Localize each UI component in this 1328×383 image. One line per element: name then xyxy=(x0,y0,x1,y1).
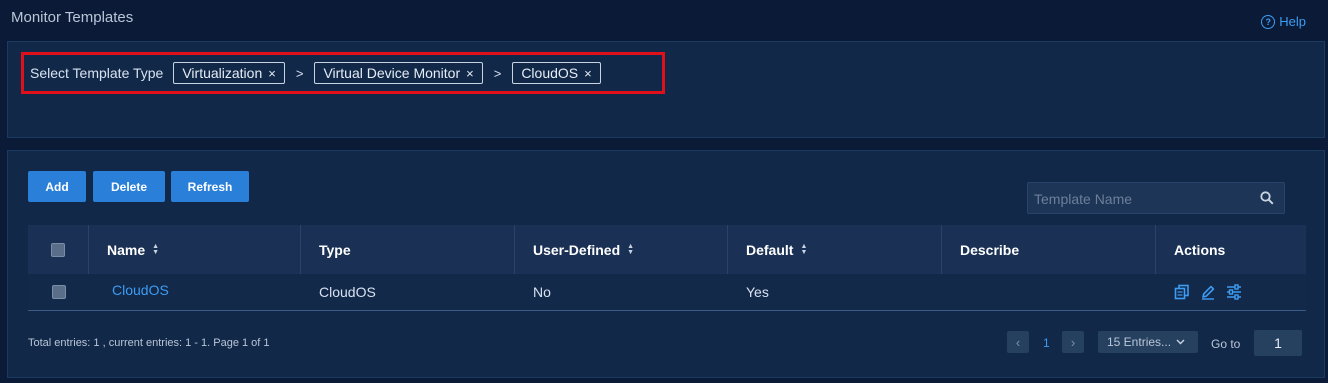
edit-icon[interactable] xyxy=(1200,284,1216,300)
column-header-default[interactable]: Default ▲ ▼ xyxy=(728,225,942,274)
row-checkbox[interactable] xyxy=(51,285,66,299)
breadcrumb-separator: > xyxy=(295,65,304,81)
row-checkbox-cell xyxy=(28,274,89,310)
close-icon[interactable]: × xyxy=(584,66,592,81)
settings-sliders-icon[interactable] xyxy=(1226,284,1242,300)
cell-type: CloudOS xyxy=(319,284,376,300)
sort-icon[interactable]: ▲ ▼ xyxy=(627,243,634,256)
column-label: Name xyxy=(107,241,146,258)
chevron-left-icon: ‹ xyxy=(1015,334,1021,350)
pagination-summary: Total entries: 1 , current entries: 1 - … xyxy=(28,337,270,349)
delete-button[interactable]: Delete xyxy=(93,171,165,202)
close-icon[interactable]: × xyxy=(268,66,276,81)
chevron-down-icon xyxy=(1176,339,1185,345)
header-checkbox-cell xyxy=(28,225,89,274)
cell-describe xyxy=(942,274,1156,310)
refresh-button[interactable]: Refresh xyxy=(171,171,249,202)
column-header-user-defined[interactable]: User-Defined ▲ ▼ xyxy=(515,225,728,274)
cell-name: CloudOS xyxy=(89,274,301,310)
column-header-name[interactable]: Name ▲ ▼ xyxy=(89,225,301,274)
cell-user-defined: No xyxy=(533,284,551,300)
help-label: Help xyxy=(1279,14,1306,29)
tag-label: Virtualization xyxy=(182,65,263,81)
sort-icon[interactable]: ▲ ▼ xyxy=(152,243,159,256)
copy-icon[interactable] xyxy=(1174,284,1190,300)
template-type-filter: Select Template Type Virtualization × > … xyxy=(21,52,665,94)
table-row: CloudOS CloudOS No Yes xyxy=(28,274,1306,311)
close-icon[interactable]: × xyxy=(466,66,474,81)
page-title: Monitor Templates xyxy=(11,9,134,26)
templates-table: Name ▲ ▼ Type User-Defined ▲ ▼ Default ▲ ▼ … xyxy=(28,225,1306,311)
next-page-button[interactable]: › xyxy=(1062,331,1084,353)
page-size-select[interactable]: 15 Entries... xyxy=(1098,331,1198,353)
help-link[interactable]: ? Help xyxy=(1261,14,1306,29)
template-type-panel: Select Template Type Virtualization × > … xyxy=(7,41,1325,138)
template-list-panel: Add Delete Refresh Name ▲▼ Type User-Def… xyxy=(7,150,1325,378)
search-icon[interactable] xyxy=(1260,191,1274,210)
goto-label: Go to xyxy=(1211,337,1241,351)
search-box xyxy=(1027,182,1285,215)
sort-icon[interactable]: ▲ ▼ xyxy=(800,243,807,256)
breadcrumb-separator: > xyxy=(493,65,502,81)
table-header: Name ▲ ▼ Type User-Defined ▲ ▼ Default ▲ ▼ … xyxy=(28,225,1306,274)
column-label: Type xyxy=(319,241,351,258)
tag-virtualization[interactable]: Virtualization × xyxy=(173,62,285,84)
cell-default: Yes xyxy=(746,284,769,300)
column-label: Describe xyxy=(960,241,1020,258)
help-icon: ? xyxy=(1261,14,1276,29)
column-header-actions: Actions xyxy=(1156,225,1306,274)
add-button[interactable]: Add xyxy=(28,171,86,202)
column-label: Default xyxy=(746,241,794,258)
chevron-right-icon: › xyxy=(1070,334,1076,350)
column-label: Actions xyxy=(1174,241,1226,258)
page-number-current[interactable]: 1 xyxy=(1043,336,1050,350)
cell-actions xyxy=(1156,274,1306,310)
prev-page-button[interactable]: ‹ xyxy=(1007,331,1029,353)
template-name-link[interactable]: CloudOS xyxy=(112,282,169,298)
column-header-describe: Describe xyxy=(942,225,1156,274)
filter-label: Select Template Type xyxy=(30,65,164,81)
search-input[interactable] xyxy=(1032,183,1256,215)
page-size-label: 15 Entries... xyxy=(1107,335,1172,349)
tag-label: Virtual Device Monitor xyxy=(323,65,461,81)
column-label: User-Defined xyxy=(533,241,621,258)
tag-cloudos[interactable]: CloudOS × xyxy=(512,62,601,84)
select-all-checkbox[interactable] xyxy=(51,242,65,257)
goto-page-input[interactable] xyxy=(1254,330,1302,356)
column-header-type: Type xyxy=(301,225,515,274)
tag-label: CloudOS xyxy=(521,65,579,81)
tag-virtual-device-monitor[interactable]: Virtual Device Monitor × xyxy=(314,62,483,84)
